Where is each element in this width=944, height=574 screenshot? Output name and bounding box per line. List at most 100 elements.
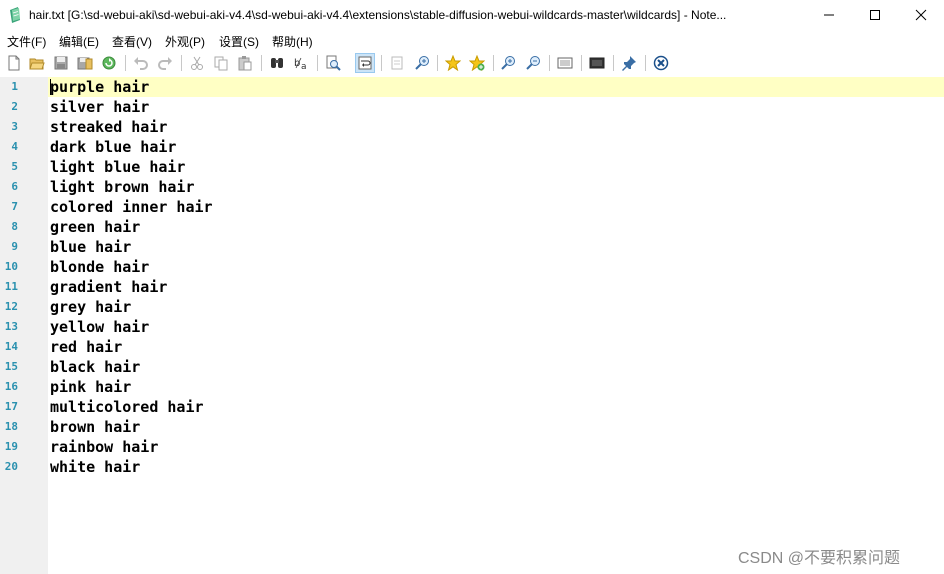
watermark: CSDN @不要积累问题 <box>738 550 901 567</box>
word-wrap-icon <box>358 56 372 70</box>
zoom-in-icon <box>501 56 515 70</box>
add-favorite-button[interactable] <box>467 53 487 73</box>
line-number: 8 <box>11 220 18 233</box>
save-as-icon <box>77 57 93 70</box>
line-number: 2 <box>11 100 18 113</box>
editor-line[interactable]: colored inner hair <box>50 197 213 217</box>
pin-icon <box>622 56 636 71</box>
new-file-icon <box>8 55 20 71</box>
find-binoculars-icon <box>271 58 283 68</box>
pin-button[interactable] <box>619 53 639 73</box>
menu-view[interactable]: 查看(V) <box>112 33 152 50</box>
find-next-button[interactable] <box>323 53 343 73</box>
new-file-button[interactable] <box>4 53 24 73</box>
text-caret <box>50 79 51 95</box>
redo-icon <box>158 57 172 70</box>
open-button[interactable] <box>27 53 47 73</box>
maximize-icon <box>870 10 880 20</box>
copy-icon <box>214 56 228 71</box>
editor-line[interactable]: dark blue hair <box>50 137 176 157</box>
window-icon <box>589 57 605 69</box>
find-button[interactable] <box>267 53 287 73</box>
line-number: 16 <box>4 380 18 393</box>
favorites-button[interactable] <box>443 53 463 73</box>
editor-line[interactable]: multicolored hair <box>50 397 204 417</box>
line-number: 14 <box>4 340 18 353</box>
save-icon <box>54 56 68 70</box>
text-editor[interactable] <box>48 77 944 574</box>
line-number: 12 <box>4 300 18 313</box>
editor-line[interactable]: silver hair <box>50 97 149 117</box>
undo-icon <box>134 57 148 70</box>
menu-file[interactable]: 文件(F) <box>7 33 46 50</box>
editor-line[interactable]: blue hair <box>50 237 131 257</box>
title-bar: hair.txt [G:\sd-webui-aki\sd-webui-aki-v… <box>0 0 944 30</box>
line-number: 13 <box>4 320 18 333</box>
redo-button[interactable] <box>155 53 175 73</box>
zoom-out-button[interactable] <box>524 53 544 73</box>
zoom-find-button[interactable] <box>413 53 433 73</box>
notepad-app-icon <box>10 7 20 23</box>
menu-edit[interactable]: 编辑(E) <box>59 33 99 50</box>
line-number: 6 <box>11 180 18 193</box>
replace-button[interactable]: ba <box>291 53 311 73</box>
line-number: 17 <box>4 400 18 413</box>
editor-line[interactable]: yellow hair <box>50 317 149 337</box>
zoom-out-icon <box>526 56 540 70</box>
open-folder-icon <box>29 58 45 70</box>
show-whitespace-button[interactable] <box>387 53 407 73</box>
line-number: 3 <box>11 120 18 133</box>
copy-button[interactable] <box>211 53 231 73</box>
editor-line[interactable]: white hair <box>50 457 140 477</box>
line-number: 4 <box>11 140 18 153</box>
toolbar: ba <box>0 50 944 78</box>
exit-button[interactable] <box>651 53 671 73</box>
line-number: 1 <box>11 80 18 93</box>
reload-button[interactable] <box>99 53 119 73</box>
save-button[interactable] <box>51 53 71 73</box>
line-number: 11 <box>4 280 18 293</box>
add-favorite-icon <box>469 55 485 71</box>
save-as-button[interactable] <box>75 53 95 73</box>
zoom-find-icon <box>415 56 429 70</box>
menu-settings[interactable]: 设置(S) <box>219 33 259 50</box>
line-number: 18 <box>4 420 18 433</box>
paste-icon <box>238 56 252 71</box>
editor-line[interactable]: streaked hair <box>50 117 167 137</box>
editor-line[interactable]: light brown hair <box>50 177 195 197</box>
editor-line[interactable]: brown hair <box>50 417 140 437</box>
maximize-button[interactable] <box>852 0 898 30</box>
editor-line[interactable]: purple hair <box>50 77 149 97</box>
minimize-button[interactable] <box>806 0 852 30</box>
favorite-star-icon <box>445 55 461 71</box>
show-whitespace-icon <box>391 56 403 70</box>
editor-line[interactable]: black hair <box>50 357 140 377</box>
editor-line[interactable]: gradient hair <box>50 277 167 297</box>
close-button[interactable] <box>898 0 944 30</box>
editor-line[interactable]: grey hair <box>50 297 131 317</box>
close-icon <box>915 9 927 21</box>
exit-icon <box>653 55 669 71</box>
editor-line[interactable]: rainbow hair <box>50 437 158 457</box>
editor-line[interactable]: pink hair <box>50 377 131 397</box>
window-title: hair.txt [G:\sd-webui-aki\sd-webui-aki-v… <box>29 8 727 22</box>
editor-line[interactable]: red hair <box>50 337 122 357</box>
paste-button[interactable] <box>235 53 255 73</box>
line-number: 19 <box>4 440 18 453</box>
window-button[interactable] <box>587 53 607 73</box>
svg-text:b: b <box>294 58 300 69</box>
editor-line[interactable]: blonde hair <box>50 257 149 277</box>
line-number: 9 <box>11 240 18 253</box>
editor-line[interactable]: green hair <box>50 217 140 237</box>
editor-line[interactable]: light blue hair <box>50 157 185 177</box>
menu-help[interactable]: 帮助(H) <box>272 33 313 50</box>
cut-button[interactable] <box>187 53 207 73</box>
zoom-in-button[interactable] <box>499 53 519 73</box>
view-scheme-icon <box>557 57 573 69</box>
current-line-highlight <box>48 77 944 97</box>
view-scheme-button[interactable] <box>555 53 575 73</box>
undo-button[interactable] <box>131 53 151 73</box>
word-wrap-button[interactable] <box>355 53 375 73</box>
line-number: 20 <box>4 460 18 473</box>
menu-appearance[interactable]: 外观(P) <box>165 33 205 50</box>
